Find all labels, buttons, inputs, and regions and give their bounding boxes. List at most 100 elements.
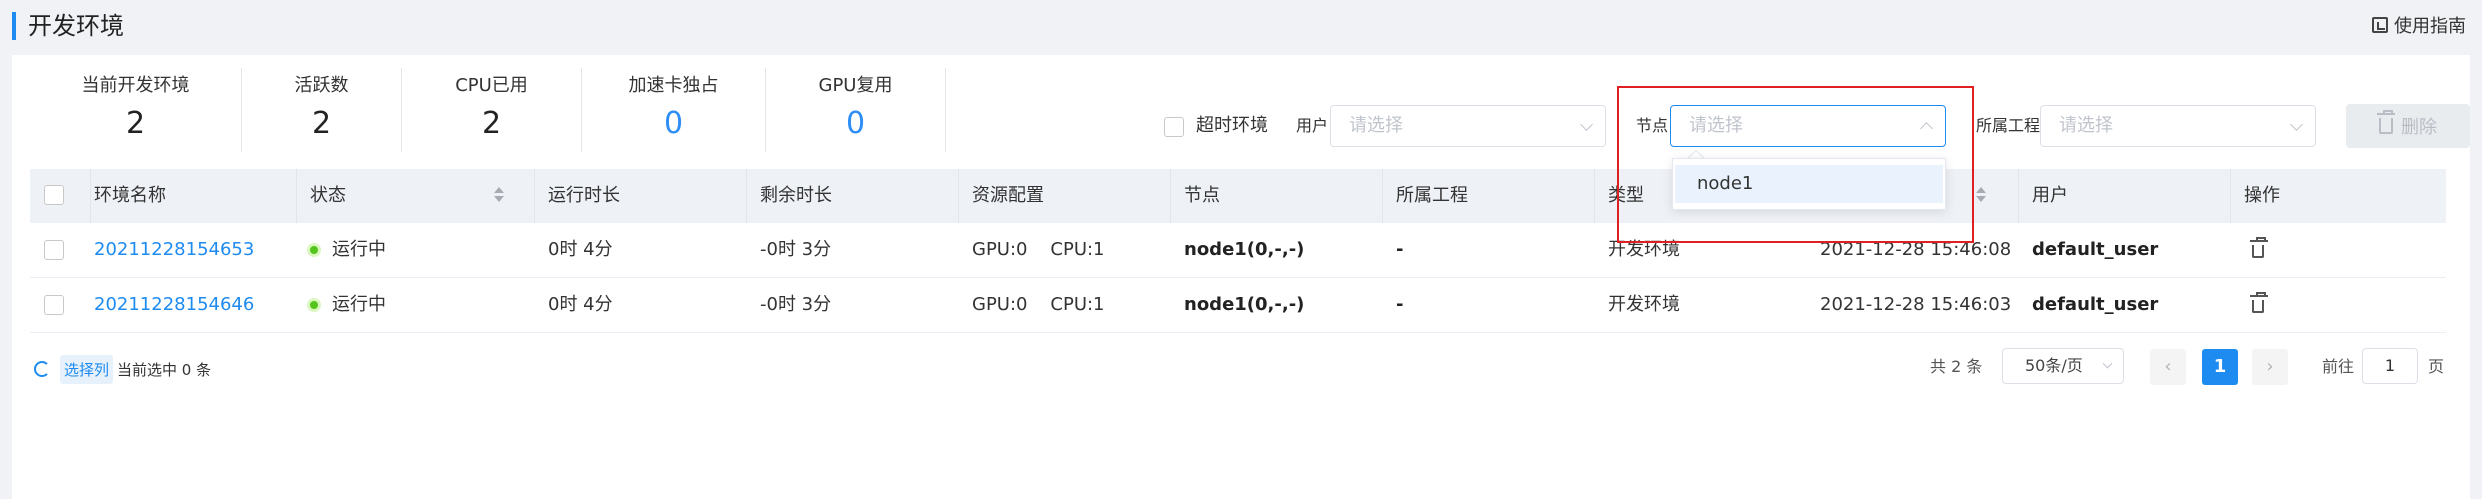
stat-value[interactable]: 0 [766,106,945,142]
prev-page-button[interactable]: ‹ [2150,349,2186,385]
title-accent-bar [12,12,16,40]
status-text: 运行中 [332,294,386,315]
running-status-dot [310,246,318,254]
next-page-button[interactable]: › [2252,349,2288,385]
user-cell: default_user [2032,239,2159,260]
env-name-link[interactable]: 20211228154646 [94,293,254,317]
goto-page-input[interactable]: 1 [2362,348,2418,384]
column-divider [1594,169,1595,223]
column-divider [2018,169,2019,223]
timeout-env-label: 超时环境 [1196,115,1268,136]
column-divider [958,169,959,223]
col-header-resources: 资源配置 [972,185,1044,206]
delete-row-icon[interactable] [2250,292,2268,313]
delete-row-icon[interactable] [2250,237,2268,258]
guide-icon [2372,17,2388,33]
created-cell: 2021-12-28 15:46:03 [1820,294,2012,315]
col-header-project: 所属工程 [1396,185,1468,206]
selected-count-text: 当前选中 0 条 [117,360,212,379]
select-columns-button[interactable]: 选择列 [60,354,114,384]
stat-value: 2 [481,106,502,141]
col-header-node: 节点 [1184,185,1220,206]
gpu-value: GPU:0 [972,294,1028,315]
stat-gpu-shared: GPU复用 0 [766,68,946,152]
page-header: 开发环境 使用指南 [0,0,2482,52]
stat-label: 当前开发环境 [81,75,190,96]
table-row: 20211228154646 运行中 0时 4分 -0时 3分 GPU:0 CP… [30,278,2446,333]
stat-label: GPU复用 [818,75,893,96]
gpu-value: GPU:0 [972,239,1028,260]
type-cell: 开发环境 [1608,239,1680,260]
stat-value[interactable]: 0 [582,106,765,142]
user-cell: default_user [2032,294,2159,315]
column-divider [534,169,535,223]
created-cell: 2021-12-28 15:46:08 [1820,239,2012,260]
column-divider [296,169,297,223]
user-select[interactable]: 请选择 [1330,105,1606,147]
cpu-value: CPU:1 [1050,239,1105,260]
delete-label: 删除 [2401,117,2437,138]
select-all-checkbox[interactable] [44,185,64,205]
run-time-cell: 0时 4分 [548,239,613,260]
node-select-placeholder: 请选择 [1689,115,1743,136]
chevron-up-icon [1920,122,1933,135]
type-cell: 开发环境 [1608,294,1680,315]
cpu-value: CPU:1 [1050,294,1105,315]
project-select[interactable]: 请选择 [2040,105,2316,147]
page-unit-label: 页 [2428,357,2445,376]
sort-asc-icon[interactable] [1976,187,1986,193]
column-divider [1382,169,1383,223]
resources-cell: GPU:0 CPU:1 [972,238,1105,262]
sort-desc-icon[interactable] [494,196,504,202]
stat-current-env: 当前开发环境 2 [30,68,242,152]
project-filter-label: 所属工程 [1976,116,2041,135]
stat-label: 活跃数 [294,75,349,96]
page-size-select[interactable]: 50条/页 [2002,348,2124,384]
node-option-node1[interactable]: node1 [1675,165,1943,203]
env-name-link[interactable]: 20211228154653 [94,238,254,262]
row-checkbox[interactable] [44,295,64,315]
page-size-value: 50条/页 [2025,356,2083,375]
chevron-down-icon [1580,118,1593,131]
user-filter-label: 用户 [1296,116,1329,135]
timeout-env-checkbox[interactable] [1164,117,1184,137]
goto-label: 前往 [2322,357,2355,376]
stat-accel-exclusive: 加速卡独占 0 [582,68,766,152]
col-header-user: 用户 [2032,185,2068,206]
column-divider [2230,169,2231,223]
run-time-cell: 0时 4分 [548,294,613,315]
stat-cpu-used: CPU已用 2 [402,68,582,152]
col-header-remaining: 剩余时长 [760,185,832,206]
node-cell: node1(0,-,-) [1184,294,1305,315]
row-checkbox[interactable] [44,240,64,260]
status-cell: 运行中 [310,293,386,317]
table-row: 20211228154653 运行中 0时 4分 -0时 3分 GPU:0 CP… [30,223,2446,278]
project-select-placeholder: 请选择 [2059,115,2113,136]
node-cell: node1(0,-,-) [1184,239,1305,260]
table-header: 环境名称 状态 运行时长 剩余时长 资源配置 节点 所属工程 类型 用户 操作 [30,169,2446,223]
column-divider [1170,169,1171,223]
stats-bar: 当前开发环境 2 活跃数 2 CPU已用 2 加速卡独占 0 GPU复用 0 [30,68,946,152]
trash-icon [2377,110,2395,134]
refresh-icon[interactable] [34,361,50,377]
stat-active: 活跃数 2 [242,68,402,152]
status-text: 运行中 [332,239,386,260]
chevron-down-icon [2102,358,2113,369]
status-cell: 运行中 [310,238,386,262]
col-header-status[interactable]: 状态 [310,184,346,208]
guide-label: 使用指南 [2394,16,2466,37]
column-divider [90,169,91,223]
column-divider [746,169,747,223]
delete-button[interactable]: 删除 [2346,104,2470,148]
sort-asc-icon[interactable] [494,187,504,193]
col-header-run-time: 运行时长 [548,185,620,206]
remaining-cell: -0时 3分 [760,294,832,315]
node-select[interactable]: 请选择 [1670,105,1946,147]
col-header-actions: 操作 [2244,185,2280,206]
total-count: 共 2 条 [1930,357,1983,376]
stat-label: 加速卡独占 [628,75,719,96]
sort-desc-icon[interactable] [1976,196,1986,202]
env-table: 环境名称 状态 运行时长 剩余时长 资源配置 节点 所属工程 类型 用户 操作 … [30,169,2446,333]
user-guide-link[interactable]: 使用指南 [2372,12,2466,38]
page-button-1[interactable]: 1 [2202,349,2238,385]
